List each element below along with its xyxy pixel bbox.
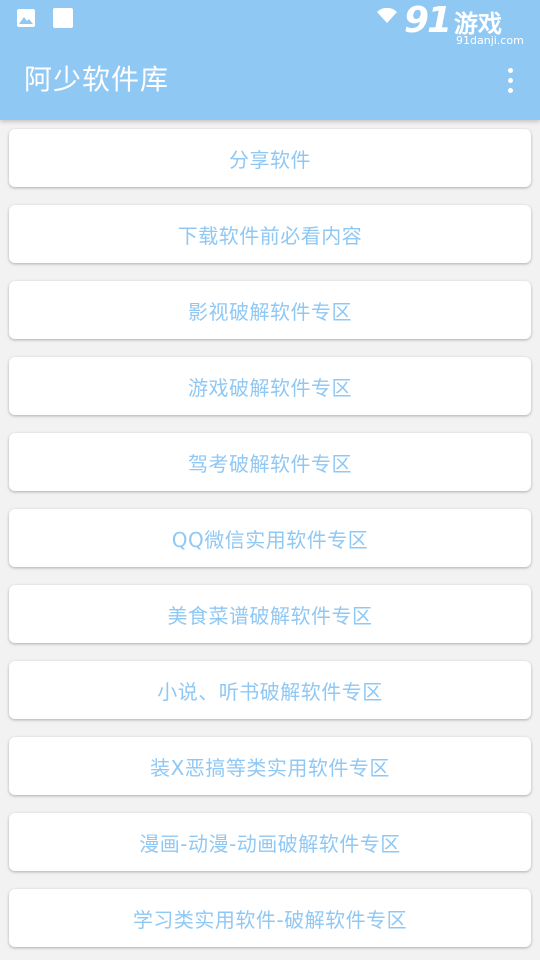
list-item-study-tools-cracked[interactable]: 学习类实用软件-破解软件专区 — [9, 889, 531, 947]
list-item-read-before-download[interactable]: 下载软件前必看内容 — [9, 205, 531, 263]
list-item-label: 下载软件前必看内容 — [177, 223, 363, 248]
list-item-label: 漫画-动漫-动画破解软件专区 — [139, 831, 401, 856]
square-icon — [53, 8, 73, 28]
list-item-label: 学习类实用软件-破解软件专区 — [132, 907, 408, 932]
list-item-label: 游戏破解软件专区 — [188, 375, 352, 400]
list-item-label: 装X恶搞等类实用软件专区 — [150, 755, 390, 780]
app-bar: 91 游戏 91danji.com 阿少软件库 — [0, 0, 540, 120]
list-item-comic-anime-cracked[interactable]: 漫画-动漫-动画破解软件专区 — [9, 813, 531, 871]
overflow-menu-icon-dot — [507, 67, 513, 73]
list-item-label: QQ微信实用软件专区 — [171, 527, 369, 552]
list-item-qq-wechat-tools[interactable]: QQ微信实用软件专区 — [9, 509, 531, 567]
image-icon — [17, 9, 35, 27]
overflow-menu-icon-dot — [507, 77, 513, 83]
wifi-icon — [377, 8, 397, 23]
list-item-prank-tools[interactable]: 装X恶搞等类实用软件专区 — [9, 737, 531, 795]
list-item-share-software[interactable]: 分享软件 — [9, 129, 531, 187]
list-item-driving-test-cracked[interactable]: 驾考破解软件专区 — [9, 433, 531, 491]
watermark-number: 91 — [404, 0, 452, 41]
overflow-menu-button[interactable] — [498, 62, 522, 98]
list-item-label: 影视破解软件专区 — [188, 299, 352, 324]
list-item-video-cracked[interactable]: 影视破解软件专区 — [9, 281, 531, 339]
list-item-label: 分享软件 — [229, 147, 311, 172]
status-bar: 91 游戏 91danji.com — [0, 0, 540, 47]
list-item-label: 美食菜谱破解软件专区 — [167, 603, 373, 628]
watermark: 91 游戏 91danji.com — [377, 0, 534, 50]
app-title: 阿少软件库 — [24, 63, 170, 96]
list-item-novel-audiobook-cracked[interactable]: 小说、听书破解软件专区 — [9, 661, 531, 719]
watermark-url: 91danji.com — [456, 34, 524, 47]
list-item-label: 驾考破解软件专区 — [188, 451, 352, 476]
list-item-recipe-cracked[interactable]: 美食菜谱破解软件专区 — [9, 585, 531, 643]
overflow-menu-icon-dot — [507, 87, 513, 93]
list-item-label: 小说、听书破解软件专区 — [157, 679, 383, 704]
list-item-game-cracked[interactable]: 游戏破解软件专区 — [9, 357, 531, 415]
